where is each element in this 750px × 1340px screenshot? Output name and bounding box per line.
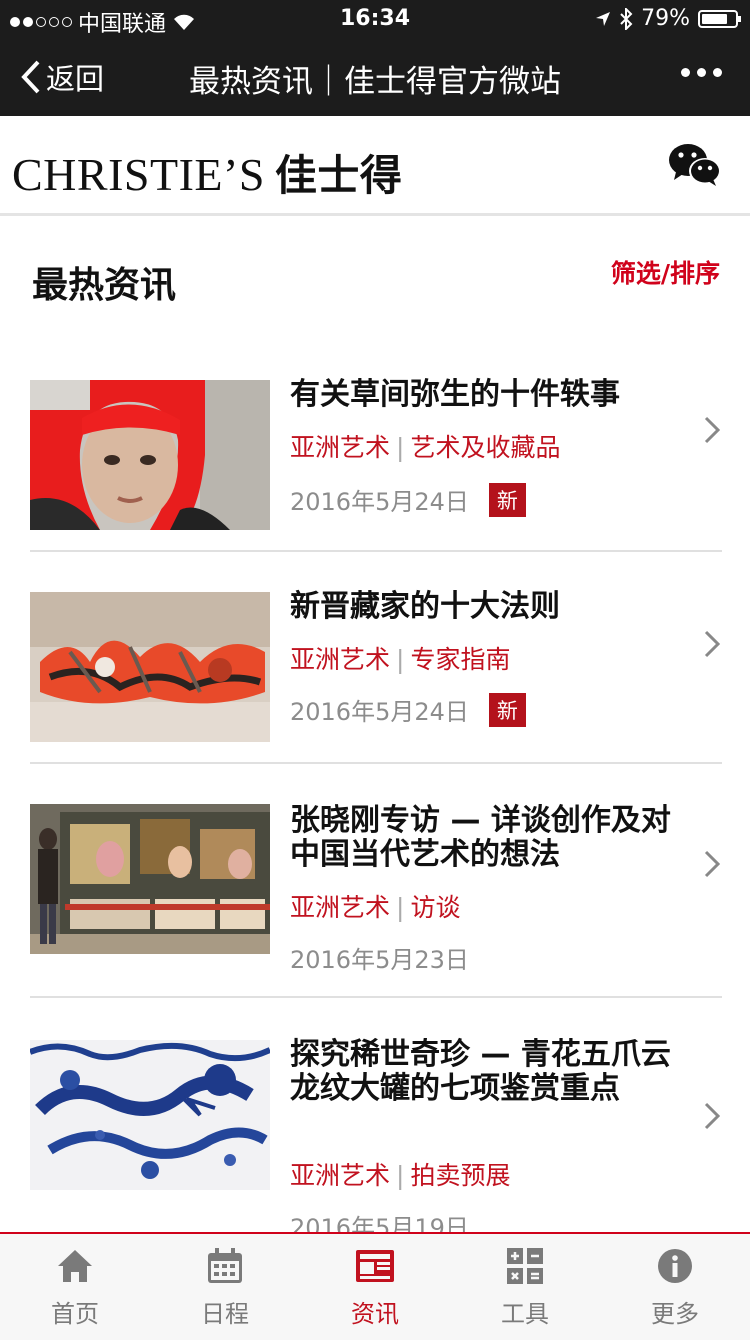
chevron-right-icon [704, 850, 720, 878]
filter-sort-link[interactable]: 筛选/排序 [611, 254, 720, 290]
more-dot [681, 68, 690, 77]
back-label: 返回 [46, 62, 105, 96]
portrait-red-wig-icon [30, 380, 270, 530]
tab-tools[interactable]: 工具 [450, 1244, 600, 1329]
tab-label: 日程 [201, 1300, 249, 1328]
tab-label: 首页 [51, 1300, 99, 1328]
article-tags: 亚洲艺术 | 艺术及收藏品 [290, 433, 561, 462]
tab-label: 工具 [501, 1300, 549, 1328]
article-tag[interactable]: 艺术及收藏品 [410, 433, 560, 462]
brand-name-cn: 佳士得 [274, 154, 403, 200]
article-date: 2016年5月23日 [290, 946, 469, 974]
battery-percent: 79% [641, 6, 690, 31]
more-menu-button[interactable] [681, 68, 722, 77]
tab-more[interactable]: 更多 [600, 1244, 750, 1329]
chevron-right-icon [704, 1102, 720, 1130]
abstract-painting-icon [30, 592, 270, 742]
brand-bar: CHRISTIE’S 佳士得 [0, 116, 750, 216]
article-tag[interactable]: 专家指南 [410, 645, 510, 674]
article-date-row: 2016年5月24日 新 [290, 482, 526, 517]
article-item[interactable]: 有关草间弥生的十件轶事 亚洲艺术 | 艺术及收藏品 2016年5月24日 新 [30, 336, 722, 552]
bottom-tab-bar: 首页 日程 资讯 工具 更多 [0, 1232, 750, 1340]
tab-home[interactable]: 首页 [0, 1244, 150, 1329]
article-tags: 亚洲艺术 | 拍卖预展 [290, 1161, 511, 1190]
painting-studio-icon [30, 804, 270, 954]
article-item[interactable]: 探究稀世奇珍 — 青花五爪云龙纹大罐的七项鉴赏重点 亚洲艺术 | 拍卖预展 2016… [30, 998, 722, 1248]
christies-logo: CHRISTIE’S 佳士得 [12, 142, 402, 203]
article-tag[interactable]: 亚洲艺术 [290, 1161, 390, 1190]
article-tag[interactable]: 拍卖预展 [410, 1161, 510, 1190]
bluetooth-icon [620, 7, 633, 30]
tab-schedule[interactable]: 日程 [150, 1244, 300, 1329]
article-tags: 亚洲艺术 | 访谈 [290, 893, 461, 922]
status-right: 79% [595, 6, 741, 31]
article-title: 张晓刚专访 — 详谈创作及对中国当代艺术的想法 [290, 803, 671, 872]
location-arrow-icon [596, 11, 611, 26]
more-dot [697, 68, 706, 77]
article-date-row: 2016年5月23日 [290, 940, 469, 975]
home-icon [58, 1250, 92, 1282]
brand-name-en: CHRISTIE’S [12, 149, 265, 200]
article-title: 探究稀世奇珍 — 青花五爪云龙纹大罐的七项鉴赏重点 [290, 1037, 671, 1106]
more-dot [713, 68, 722, 77]
article-item[interactable]: 新晋藏家的十大法则 亚洲艺术 | 专家指南 2016年5月24日 新 [30, 552, 722, 764]
blue-dragon-porcelain-icon [30, 1040, 270, 1190]
article-thumbnail [30, 1040, 270, 1190]
article-tag[interactable]: 访谈 [410, 893, 460, 922]
chevron-right-icon [704, 630, 720, 658]
section-header: 最热资讯 筛选/排序 [0, 216, 750, 336]
chevron-right-icon [704, 416, 720, 444]
tab-news[interactable]: 资讯 [300, 1244, 450, 1329]
article-date: 2016年5月24日 [290, 488, 469, 516]
article-thumbnail [30, 804, 270, 954]
article-tag[interactable]: 亚洲艺术 [290, 645, 390, 674]
news-icon [356, 1250, 394, 1282]
tools-grid-icon [507, 1248, 543, 1284]
article-title: 有关草间弥生的十件轶事 [290, 377, 620, 412]
info-icon [658, 1249, 692, 1283]
nav-title: 最热资讯｜佳士得官方微站 [189, 64, 561, 100]
back-button[interactable]: 返回 [20, 56, 104, 98]
battery-icon [698, 9, 741, 28]
nav-bar: 返回 最热资讯｜佳士得官方微站 [0, 38, 750, 116]
article-date: 2016年5月24日 [290, 698, 469, 726]
new-badge: 新 [488, 692, 526, 727]
article-tag[interactable]: 亚洲艺术 [290, 893, 390, 922]
section-title: 最热资讯 [32, 265, 177, 306]
wechat-icon[interactable] [668, 142, 722, 188]
article-tags: 亚洲艺术 | 专家指南 [290, 645, 511, 674]
article-thumbnail [30, 592, 270, 742]
article-title: 新晋藏家的十大法则 [290, 589, 560, 624]
article-thumbnail [30, 380, 270, 530]
tab-label: 更多 [651, 1300, 699, 1328]
article-date-row: 2016年5月24日 新 [290, 692, 526, 727]
article-item[interactable]: 张晓刚专访 — 详谈创作及对中国当代艺术的想法 亚洲艺术 | 访谈 2016年5月2… [30, 764, 722, 998]
chevron-left-icon [21, 60, 40, 94]
calendar-icon [208, 1248, 242, 1283]
tab-label: 资讯 [351, 1300, 399, 1328]
article-tag[interactable]: 亚洲艺术 [290, 433, 390, 462]
status-bar: 中国联通 16:34 79% [0, 0, 750, 38]
new-badge: 新 [488, 482, 526, 517]
